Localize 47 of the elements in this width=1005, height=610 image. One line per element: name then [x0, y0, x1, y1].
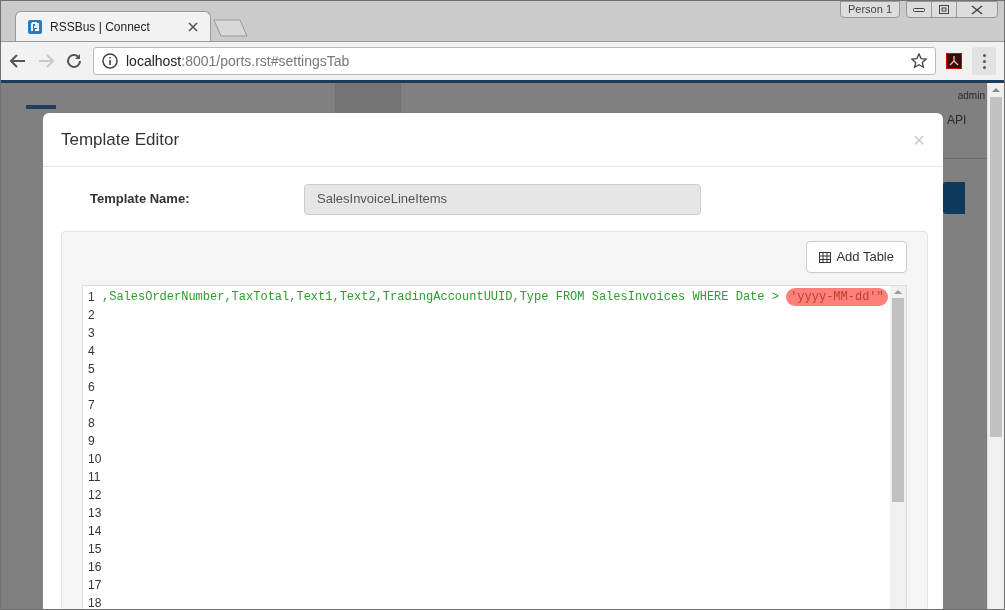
tab-title: RSSBus | Connect — [50, 18, 150, 36]
line-number: 6 — [87, 381, 96, 393]
user-menu[interactable]: admin — [957, 88, 985, 103]
line-number: 12 — [87, 489, 102, 501]
line-number: 7 — [87, 399, 96, 411]
line-number: 18 — [87, 597, 102, 609]
line-number: 9 — [87, 435, 96, 447]
close-icon — [971, 4, 983, 15]
modal-title: Template Editor — [61, 128, 180, 151]
line-number: 5 — [87, 363, 96, 375]
minimize-icon — [913, 6, 925, 13]
line-number: 8 — [87, 417, 96, 429]
line-number: 13 — [87, 507, 102, 519]
table-icon — [819, 251, 832, 263]
reload-icon[interactable] — [65, 52, 83, 70]
line-number: 2 — [87, 309, 96, 321]
line-number: 11 — [87, 471, 102, 483]
line-number: 14 — [87, 525, 102, 537]
line-number: 3 — [87, 327, 96, 339]
line-number: 10 — [87, 453, 102, 465]
close-icon[interactable] — [188, 21, 198, 32]
logo-icon — [28, 19, 42, 34]
line-number: 17 — [87, 579, 102, 591]
info-icon[interactable] — [102, 53, 118, 69]
field-label: Template Name: — [90, 190, 191, 209]
scrollbar-thumb[interactable] — [892, 298, 904, 502]
logo-fragment — [26, 105, 56, 109]
nav-link[interactable]: API — [947, 111, 967, 129]
url-text: localhost:8001/ports.rst#settingsTab — [126, 51, 350, 71]
pdf-extension-icon[interactable] — [946, 53, 962, 69]
profile-button[interactable]: Person 1 — [839, 1, 900, 18]
line-number: 15 — [87, 543, 102, 555]
back-icon[interactable] — [9, 52, 27, 70]
menu-button[interactable] — [972, 47, 996, 75]
line-number: 1 — [87, 291, 96, 303]
address-bar[interactable]: localhost:8001/ports.rst#settingsTab — [93, 47, 936, 75]
highlighted-code: 'yyyy-MM-dd'" — [786, 288, 888, 306]
template-name-field[interactable]: SalesInvoiceLineItems — [304, 183, 701, 215]
star-icon[interactable] — [911, 53, 927, 69]
add-table-button[interactable]: Add Table — [806, 241, 907, 273]
maximize-icon — [939, 5, 949, 14]
code-editor[interactable]: 1 ,SalesOrderNumber,TaxTotal,Text1,Text2,TradingAccountUUID,Type FROM SalesInvoices WHERE Date > 'yyyy-MM-dd'" 2 3 4 5 6 7 8 9 10 11 12 13 14 15 16 17 18 — [82, 285, 907, 609]
code-text: ,SalesOrderNumber,TaxTotal,Text1,Text2,TradingAccountUUID,Type FROM SalesInvoices WHERE Date > — [102, 289, 780, 306]
line-number: 16 — [87, 561, 102, 573]
line-number: 4 — [87, 345, 96, 357]
browser-tab[interactable]: RSSBus | Connect — [15, 11, 211, 41]
scrollbar-thumb[interactable] — [990, 97, 1002, 437]
